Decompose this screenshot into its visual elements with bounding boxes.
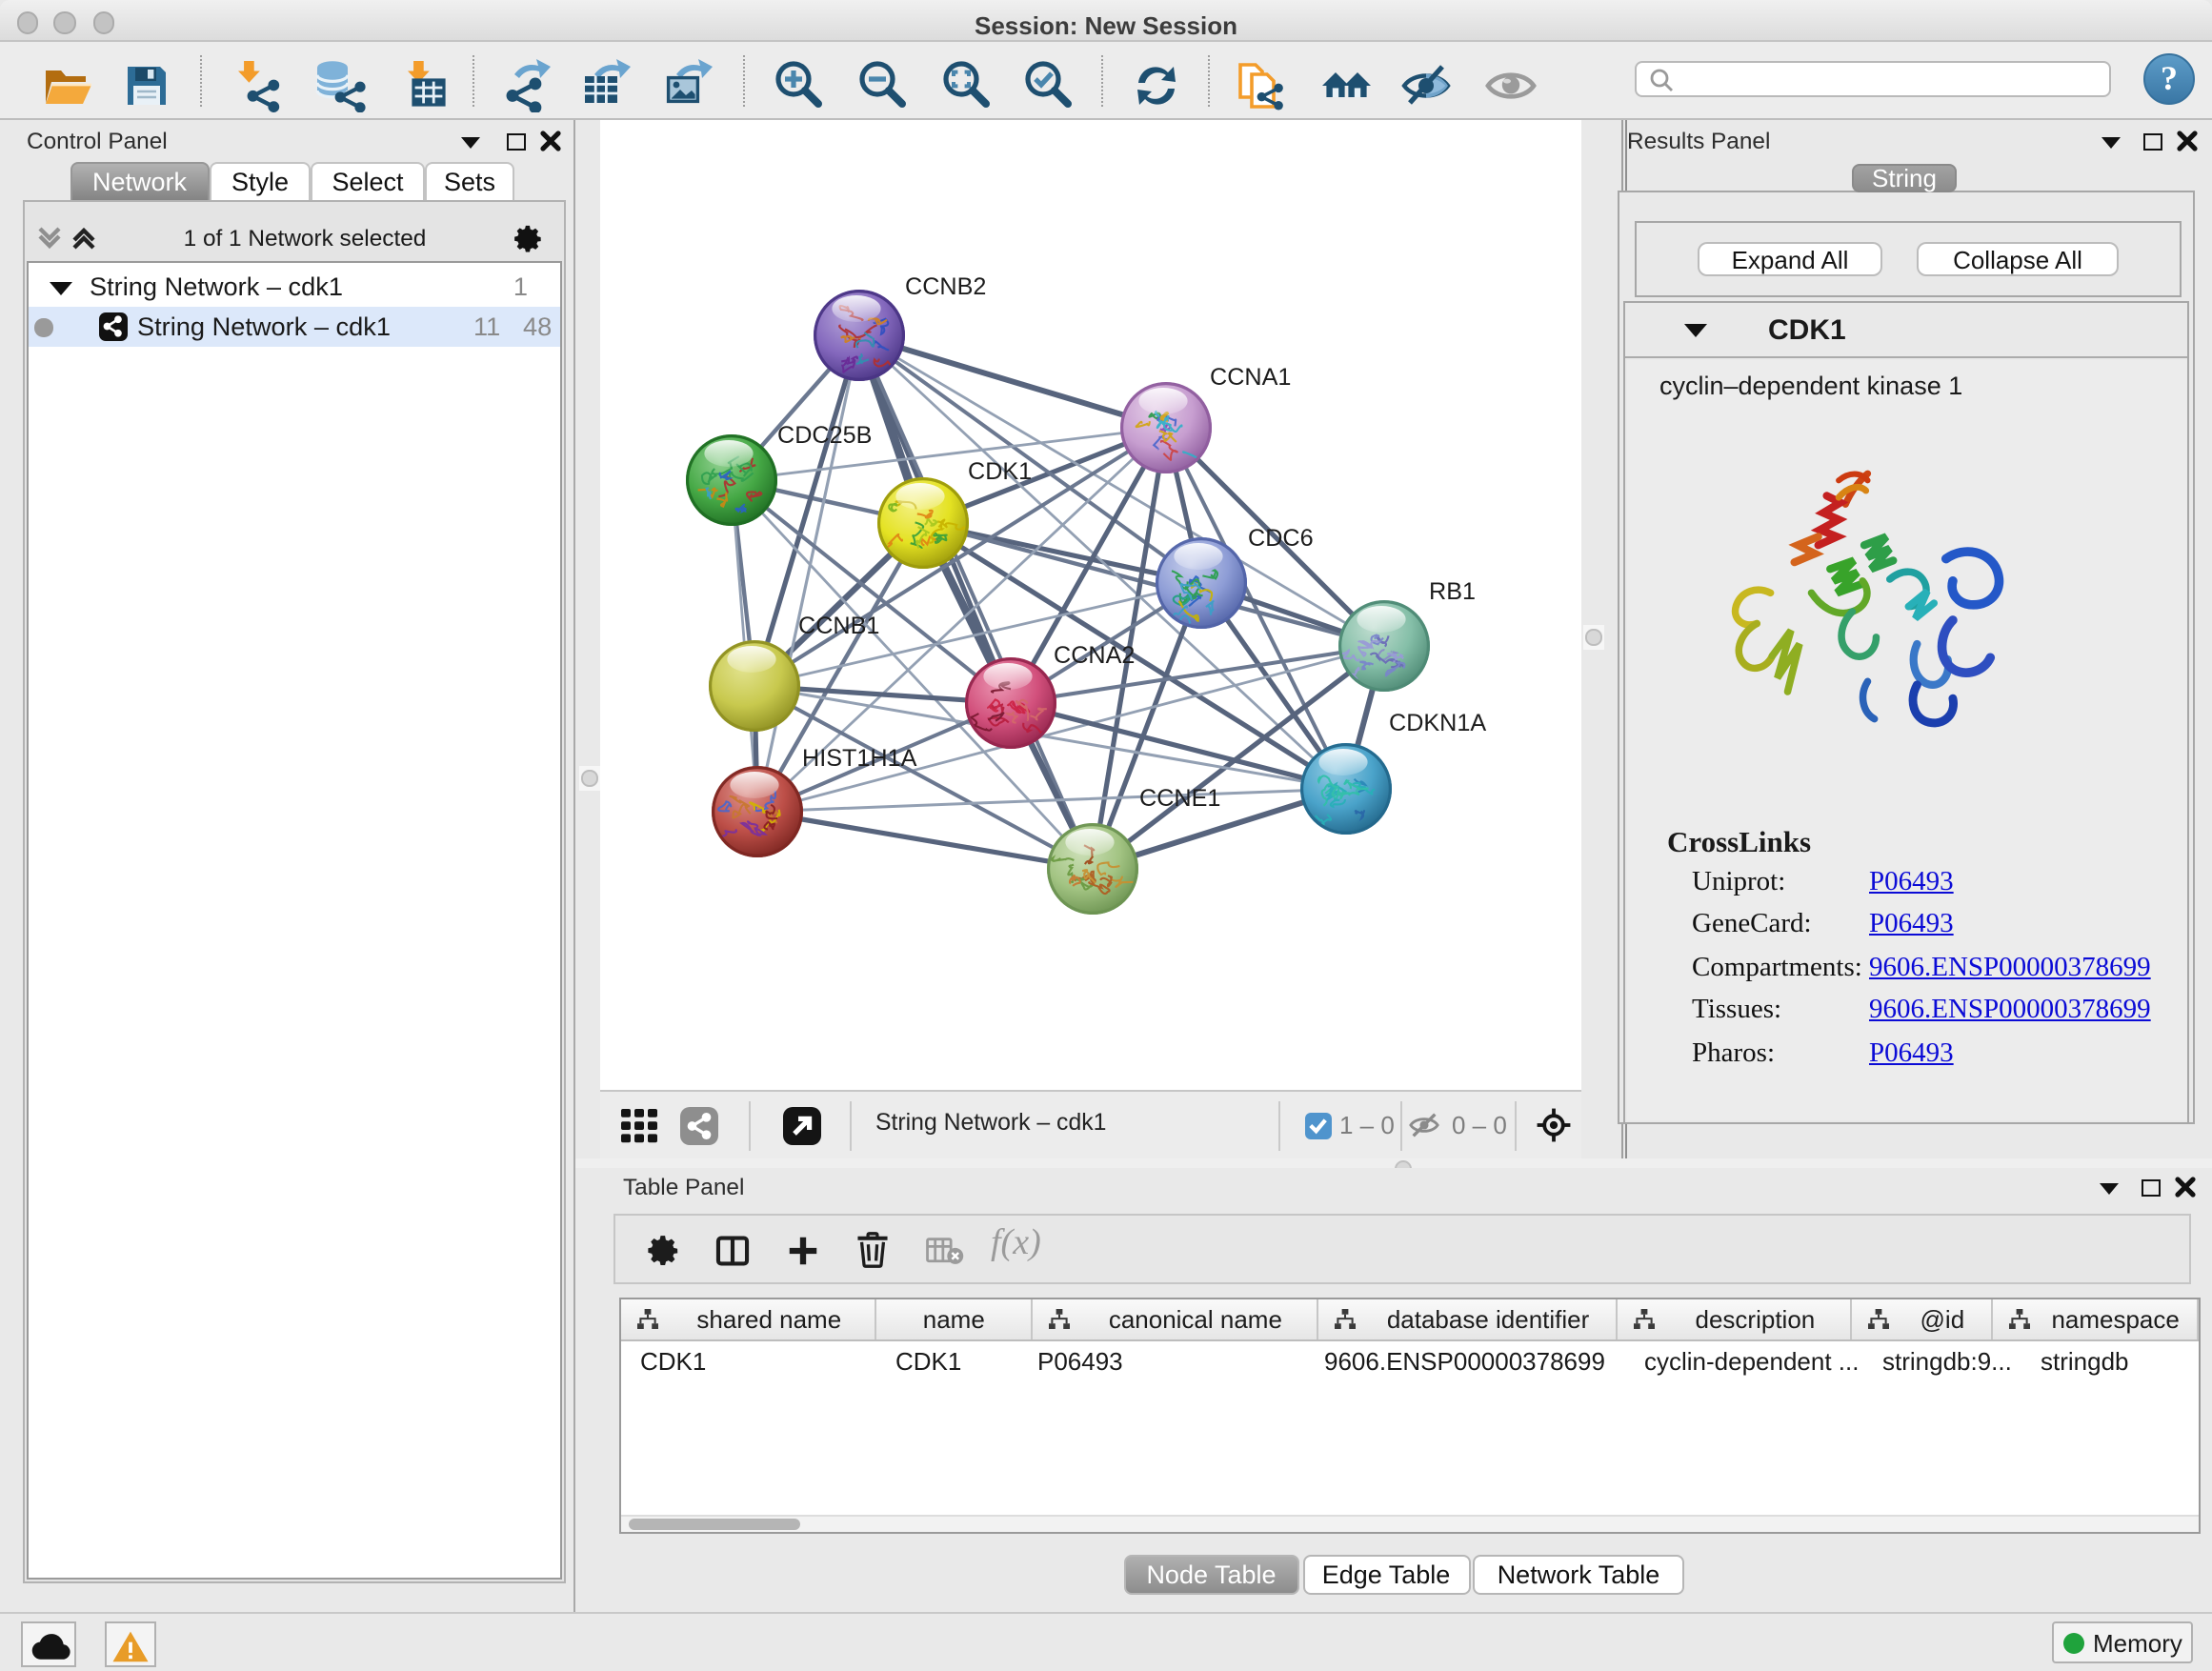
svg-text:CCNE1: CCNE1 [1139,785,1220,812]
svg-text:CDC25B: CDC25B [777,422,872,449]
svg-text:CCNB1: CCNB1 [798,613,879,639]
svg-text:CDK1: CDK1 [968,458,1032,485]
svg-text:RB1: RB1 [1429,578,1476,605]
svg-text:CDC6: CDC6 [1248,525,1314,552]
svg-text:CCNA2: CCNA2 [1054,642,1135,669]
svg-text:CCNA1: CCNA1 [1210,364,1291,391]
svg-text:HIST1H1A: HIST1H1A [802,745,917,772]
svg-text:CCNB2: CCNB2 [905,273,986,300]
svg-text:CDKN1A: CDKN1A [1389,710,1486,736]
